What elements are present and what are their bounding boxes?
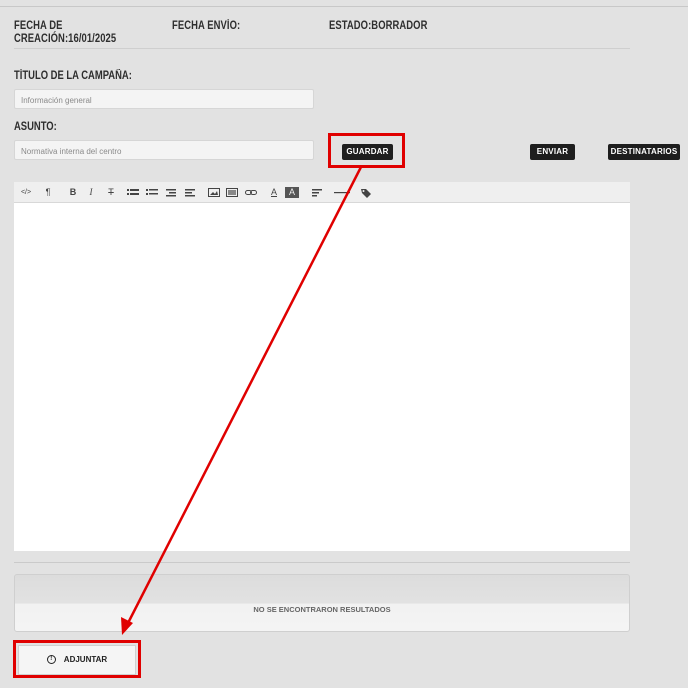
creation-date-label: FECHA DE: [14, 20, 63, 32]
no-results-message: NO SE ENCONTRARON RESULTADOS: [253, 605, 391, 614]
editor-divider: [14, 562, 630, 563]
state-label: ESTADO:BORRADOR: [329, 20, 428, 32]
bold-icon[interactable]: B: [66, 186, 80, 199]
send-date-label: FECHA ENVÍO:: [172, 20, 241, 32]
editor-toolbar: </> ¶ B I T A A: [14, 182, 630, 203]
campaign-title-label: TÍTULO DE LA CAMPAÑA:: [14, 70, 132, 82]
creation-date: FECHA DE CREACIÓN:16/01/2025: [14, 20, 116, 46]
campaign-title-input[interactable]: Información general: [14, 89, 314, 109]
italic-icon[interactable]: I: [84, 186, 98, 199]
indent-icon[interactable]: [183, 186, 197, 199]
creation-date-value: CREACIÓN:16/01/2025: [14, 33, 117, 45]
header-divider: [14, 48, 630, 49]
subject-label: ASUNTO:: [14, 121, 57, 133]
unordered-list-icon[interactable]: [126, 186, 140, 199]
html-toggle-icon[interactable]: </>: [18, 186, 34, 199]
align-icon[interactable]: [310, 186, 324, 199]
font-background-icon[interactable]: A: [285, 187, 299, 198]
font-color-icon[interactable]: A: [267, 186, 281, 199]
info-circle-icon: !: [46, 655, 56, 665]
video-icon[interactable]: [225, 186, 239, 199]
attachments-results-panel: NO SE ENCONTRARON RESULTADOS: [14, 574, 630, 632]
attach-button-label: ADJUNTAR: [63, 655, 108, 664]
editor-content-area[interactable]: [14, 203, 630, 551]
save-button[interactable]: GUARDAR: [342, 144, 393, 160]
subject-input[interactable]: Normativa interna del centro: [14, 140, 314, 160]
outdent-icon[interactable]: [164, 186, 178, 199]
attach-button[interactable]: ! ADJUNTAR: [18, 645, 136, 675]
link-icon[interactable]: [244, 186, 258, 199]
top-divider: [0, 6, 688, 7]
tag-icon[interactable]: [359, 186, 373, 199]
image-icon[interactable]: [207, 186, 221, 199]
recipients-button[interactable]: DESTINATARIOS: [608, 144, 680, 160]
horizontal-rule-icon[interactable]: [332, 186, 352, 199]
send-button[interactable]: ENVIAR: [530, 144, 575, 160]
ordered-list-icon[interactable]: [145, 186, 159, 199]
strikethrough-icon[interactable]: T: [104, 186, 118, 199]
paragraph-icon[interactable]: ¶: [41, 186, 55, 199]
